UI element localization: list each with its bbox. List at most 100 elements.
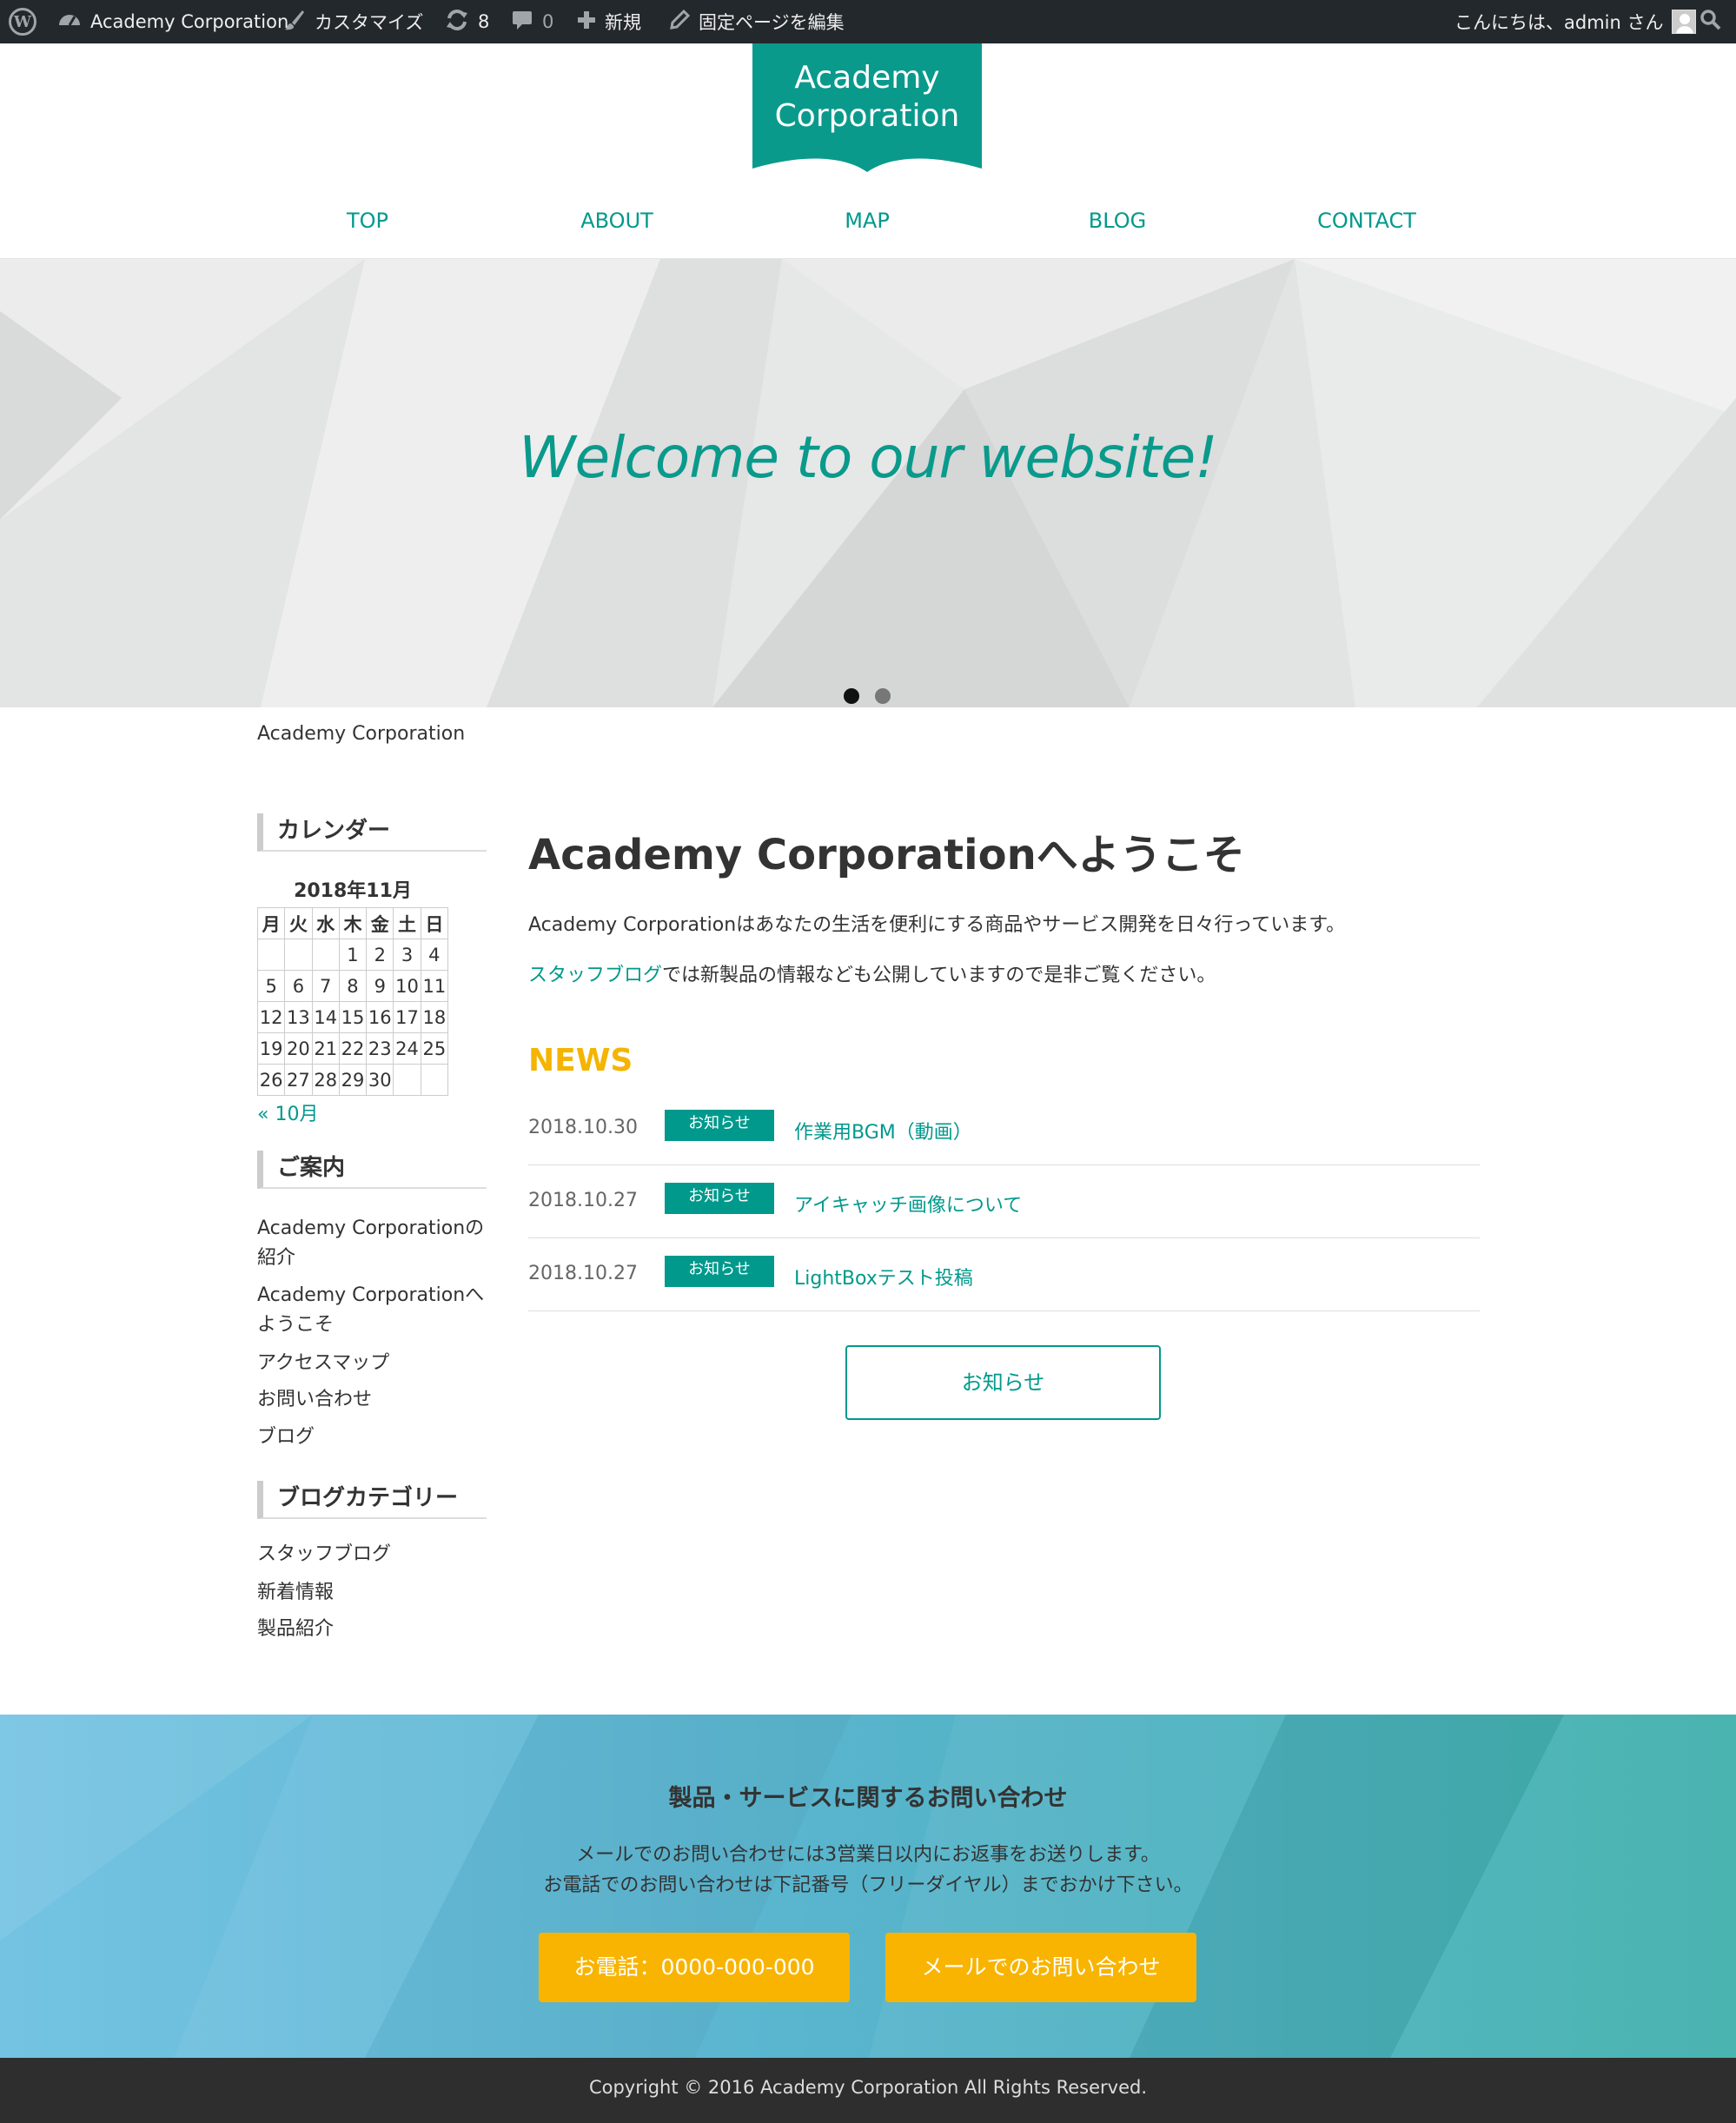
calendar-day: 8 — [338, 970, 368, 1002]
weekday-header: 木 — [338, 907, 368, 939]
calendar-day: 5 — [256, 970, 286, 1002]
nav-blog[interactable]: BLOG — [1089, 209, 1146, 233]
nav-top[interactable]: TOP — [347, 209, 388, 233]
calendar-day: 25 — [420, 1032, 449, 1065]
guide-link-welcome[interactable]: Academy Corporationへようこそ — [257, 1281, 492, 1340]
search-icon — [1700, 9, 1722, 36]
admin-bar-comments[interactable]: 0 — [511, 0, 553, 43]
news-list-button[interactable]: お知らせ — [845, 1345, 1161, 1420]
admin-bar-updates-count: 8 — [478, 11, 490, 32]
hero-slider[interactable]: Welcome to our website! — [0, 259, 1736, 707]
calendar-day: 4 — [420, 939, 449, 971]
calendar-day: 20 — [284, 1032, 313, 1065]
comment-icon — [511, 9, 533, 36]
weekday-header: 土 — [393, 907, 421, 939]
nav-contact[interactable]: CONTACT — [1317, 209, 1416, 233]
category-link-staff-blog[interactable]: スタッフブログ — [257, 1540, 492, 1569]
calendar-day: 3 — [393, 939, 421, 971]
admin-bar-updates[interactable]: 8 — [445, 0, 489, 43]
calendar-day: 17 — [393, 1001, 421, 1033]
breadcrumb[interactable]: Academy Corporation — [257, 723, 465, 745]
calendar-day: 15 — [338, 1001, 368, 1033]
staff-blog-link[interactable]: スタッフブログ — [528, 965, 662, 986]
news-heading: NEWS — [528, 1043, 633, 1078]
guide-link-access-map[interactable]: アクセスマップ — [257, 1349, 492, 1378]
calendar-day: 1 — [338, 939, 368, 971]
news-item: 2018.10.27 お知らせ LightBoxテスト投稿 — [528, 1238, 1480, 1311]
news-date: 2018.10.30 — [528, 1117, 638, 1138]
calendar-day: 12 — [256, 1001, 286, 1033]
news-title-link[interactable]: 作業用BGM（動画） — [794, 1117, 972, 1144]
calendar-day: 29 — [338, 1064, 368, 1096]
intro-paragraph-2-text: では新製品の情報なども公開していますので是非ご覧ください。 — [662, 965, 1216, 986]
logo-line-2: Corporation — [774, 98, 960, 134]
weekday-header: 金 — [366, 907, 394, 939]
calendar-day: 27 — [284, 1064, 313, 1096]
site-logo[interactable]: Academy Corporation — [752, 43, 982, 174]
news-category-badge[interactable]: お知らせ — [665, 1110, 774, 1141]
admin-bar-greeting: こんにちは、admin さん — [1454, 12, 1664, 33]
news-date: 2018.10.27 — [528, 1190, 638, 1211]
admin-bar-account[interactable]: こんにちは、admin さん — [1454, 0, 1697, 43]
calendar-table: 月 火 水 木 金 土 日 1 2 3 4 5 6 7 8 9 10 11 12… — [256, 907, 449, 1096]
guide-link-blog[interactable]: ブログ — [257, 1423, 492, 1452]
calendar-week: 5 6 7 8 9 10 11 — [256, 970, 449, 1002]
logo-text: Academy Corporation — [752, 59, 982, 136]
calendar-day — [256, 939, 286, 971]
mail-contact-button[interactable]: メールでのお問い合わせ — [885, 1933, 1196, 2002]
calendar-day: 10 — [393, 970, 421, 1002]
guide-widget-title: ご案内 — [257, 1151, 487, 1189]
category-link-news[interactable]: 新着情報 — [257, 1578, 492, 1608]
calendar-day: 9 — [366, 970, 394, 1002]
calendar-day: 30 — [366, 1064, 394, 1096]
news-item: 2018.10.30 お知らせ 作業用BGM（動画） — [528, 1092, 1480, 1165]
calendar-widget: 2018年11月 月 火 水 木 金 土 日 1 2 3 4 5 6 7 8 9… — [256, 876, 449, 1096]
wordpress-menu[interactable]: W — [9, 0, 36, 43]
weekday-header: 日 — [420, 907, 449, 939]
intro-paragraph: Academy Corporationはあなたの生活を便利にする商品やサービス開… — [528, 914, 1346, 936]
cta-description-line-1: メールでのお問い合わせには3営業日以内にお返事をお送りします。 — [576, 1844, 1160, 1866]
slider-dot-2[interactable] — [875, 688, 891, 704]
admin-bar-edit-page-label: 固定ページを編集 — [699, 12, 845, 33]
guide-link-about[interactable]: Academy Corporationの紹介 — [257, 1214, 492, 1273]
admin-bar-edit-page[interactable]: 固定ページを編集 — [669, 0, 845, 43]
site-footer: Copyright © 2016 Academy Corporation All… — [0, 2058, 1736, 2123]
calendar-day: 14 — [311, 1001, 340, 1033]
nav-map[interactable]: MAP — [845, 209, 890, 233]
calendar-day: 6 — [284, 970, 313, 1002]
admin-bar-site-link[interactable]: Academy Corporation — [57, 0, 288, 43]
calendar-week: 12 13 14 15 16 17 18 — [256, 1001, 449, 1033]
plus-icon — [577, 10, 596, 34]
paintbrush-icon — [283, 9, 306, 36]
calendar-day: 7 — [311, 970, 340, 1002]
slider-dot-1[interactable] — [844, 688, 859, 704]
news-date: 2018.10.27 — [528, 1263, 638, 1284]
dashboard-icon — [57, 8, 82, 36]
admin-bar-comments-count: 0 — [542, 11, 554, 32]
guide-link-contact[interactable]: お問い合わせ — [257, 1385, 492, 1415]
admin-bar-customize-label: カスタマイズ — [315, 12, 424, 33]
category-link-products[interactable]: 製品紹介 — [257, 1615, 492, 1644]
calendar-caption: 2018年11月 — [294, 880, 412, 902]
wordpress-logo-icon: W — [9, 8, 36, 36]
calendar-day — [284, 939, 313, 971]
admin-bar-new[interactable]: 新規 — [577, 0, 641, 43]
news-title-link[interactable]: LightBoxテスト投稿 — [794, 1263, 973, 1290]
calendar-prev-month-link[interactable]: « 10月 — [257, 1098, 318, 1126]
admin-bar-search[interactable] — [1700, 0, 1722, 43]
calendar-widget-title: カレンダー — [257, 813, 487, 852]
logo-line-1: Academy — [794, 60, 940, 96]
news-category-badge[interactable]: お知らせ — [665, 1183, 774, 1214]
calendar-day: 18 — [420, 1001, 449, 1033]
calendar-day: 11 — [420, 970, 449, 1002]
calendar-day: 13 — [284, 1001, 313, 1033]
phone-button[interactable]: お電話：0000-000-000 — [539, 1933, 850, 2002]
copyright-text: Copyright © 2016 Academy Corporation All… — [588, 2077, 1148, 2098]
admin-bar-customize[interactable]: カスタマイズ — [283, 0, 423, 43]
news-title-link[interactable]: アイキャッチ画像について — [794, 1190, 1022, 1217]
calendar-day — [311, 939, 340, 971]
news-category-badge[interactable]: お知らせ — [665, 1256, 774, 1287]
calendar-week: 26 27 28 29 30 — [256, 1064, 449, 1096]
nav-about[interactable]: ABOUT — [580, 209, 653, 233]
weekday-header: 月 — [256, 907, 286, 939]
